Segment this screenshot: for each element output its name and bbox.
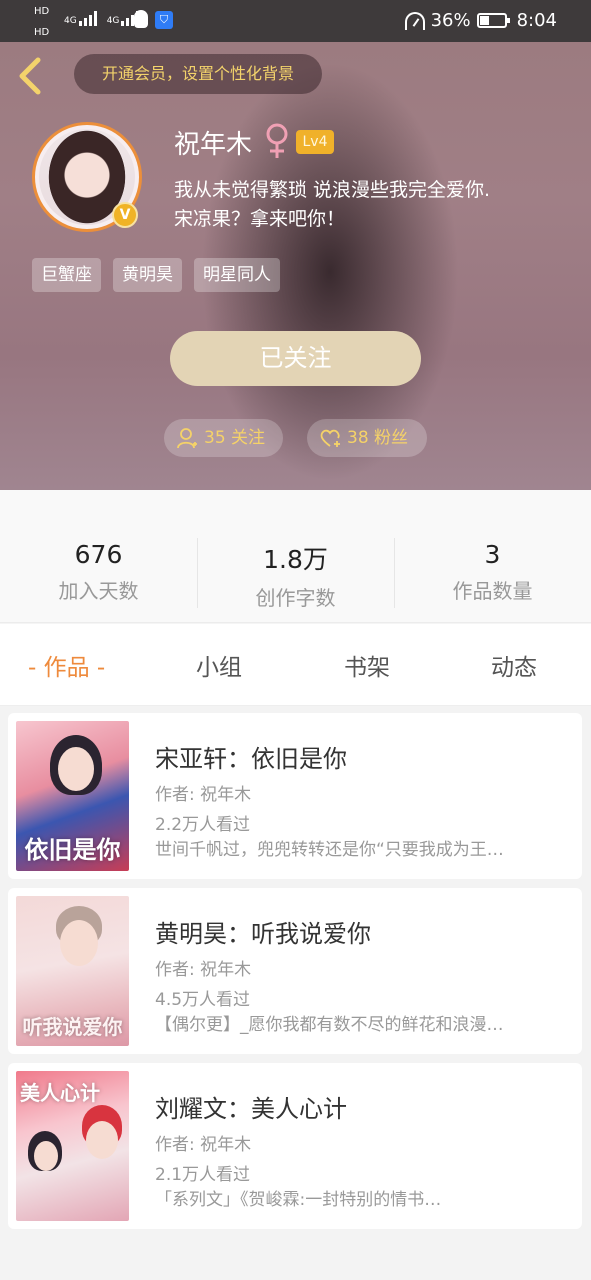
work-author: 作者: 祝年木 [155,1135,252,1155]
stat-label: 作品数量 [452,579,533,603]
network-type-1: 4G [64,16,77,26]
network-type-2: 4G [106,16,120,26]
back-arrow-icon[interactable] [16,56,46,96]
qq-penguin-icon [134,10,148,28]
work-cover: 听我说爱你 [16,896,129,1046]
cover-title: 依旧是你 [24,836,121,864]
following-count: 35 关注 [204,428,266,448]
status-bar: HD HD 4G 4G ⛉ 36% 8:04 [0,0,591,42]
work-description: 世间千帆过，兜兜转转还是你“只要我成为王… [155,840,504,860]
cover-title: 听我说爱你 [22,1015,123,1039]
following-button[interactable]: 35 关注 [164,419,283,457]
followers-button[interactable]: 38 粉丝 [307,419,427,457]
tag-genre[interactable]: 明星同人 [194,258,280,292]
work-card[interactable]: 美人心计 刘耀文：美人心计 作者: 祝年木 2.1万人看过 「系列文」《贺峻霖:… [8,1063,582,1229]
work-cover: 美人心计 [16,1071,129,1221]
work-card[interactable]: 听我说爱你 黄明昊：听我说爱你 作者: 祝年木 4.5万人看过 【偶尔更】_愿你… [8,888,582,1054]
stat-label: 加入天数 [58,579,139,603]
battery-percent: 36% [430,10,471,31]
work-views: 2.2万人看过 [155,815,251,835]
vip-background-button[interactable]: 开通会员，设置个性化背景 [74,54,322,94]
follow-button[interactable]: 已关注 [170,331,421,386]
tab-bookshelf[interactable]: 书架 [344,648,390,682]
work-cover: 依旧是你 [16,721,129,871]
work-description: 「系列文」《贺峻霖:一封特别的情书… [155,1190,442,1210]
hd-label-1: HD [34,6,50,17]
stat-label: 创作字数 [255,586,336,610]
stat-join-days: 676 加入天数 [0,540,197,604]
work-author: 作者: 祝年木 [155,960,252,980]
signal-bars-icon [78,10,97,26]
works-list: 依旧是你 宋亚轩：依旧是你 作者: 祝年木 2.2万人看过 世间千帆过，兜兜转转… [0,706,591,1280]
cover-title: 美人心计 [20,1081,100,1105]
signal-indicators: 4G 4G [64,10,140,26]
profile-header: 开通会员，设置个性化背景 V 祝年木 Lv4 我从未觉得繁琐 说浪漫些我完全爱你… [0,42,591,490]
speed-gauge-icon [404,11,425,30]
work-card[interactable]: 依旧是你 宋亚轩：依旧是你 作者: 祝年木 2.2万人看过 世间千帆过，兜兜转转… [8,713,582,879]
verified-v-badge-icon: V [112,202,138,228]
hd-indicators: HD HD [34,6,49,38]
followers-count: 38 粉丝 [347,428,409,448]
heart-add-icon [320,429,340,447]
level-badge: Lv4 [296,130,334,154]
work-views: 2.1万人看过 [155,1165,251,1185]
tag-constellation[interactable]: 巨蟹座 [32,258,101,292]
clock: 8:04 [516,10,557,31]
stat-value: 1.8万 [263,545,328,574]
work-title: 宋亚轩：依旧是你 [155,745,347,773]
shield-icon: ⛉ [155,11,173,29]
profile-tabs: - 作品 - 小组 书架 动态 [0,624,591,706]
tab-activity[interactable]: 动态 [491,648,537,682]
stat-works-count: 3 作品数量 [394,540,591,604]
work-description: 【偶尔更】_愿你我都有数不尽的鲜花和浪漫… [155,1015,504,1035]
user-bio: 我从未觉得繁琐 说浪漫些我完全爱你. 宋凉果？拿来吧你！ [174,176,574,234]
bio-line-1: 我从未觉得繁琐 说浪漫些我完全爱你. [174,179,491,201]
battery-icon [476,13,510,28]
stat-value: 676 [74,540,123,569]
tab-groups[interactable]: 小组 [196,648,242,682]
work-author: 作者: 祝年木 [155,785,252,805]
work-title: 刘耀文：美人心计 [155,1095,347,1123]
tab-works[interactable]: - 作品 - [28,648,105,682]
hd-label-2: HD [34,27,50,38]
person-add-icon [177,428,197,449]
user-stats: 676 加入天数 1.8万 创作字数 3 作品数量 [0,490,591,623]
bio-line-2: 宋凉果？拿来吧你！ [174,208,346,230]
tag-list: 巨蟹座 黄明昊 明星同人 [32,258,280,292]
work-views: 4.5万人看过 [155,990,251,1010]
female-gender-icon [266,123,288,158]
stat-word-count: 1.8万 创作字数 [197,540,394,611]
user-name: 祝年木 [174,130,253,160]
tag-idol[interactable]: 黄明昊 [113,258,182,292]
work-title: 黄明昊：听我说爱你 [155,920,371,948]
stat-value: 3 [484,540,501,569]
